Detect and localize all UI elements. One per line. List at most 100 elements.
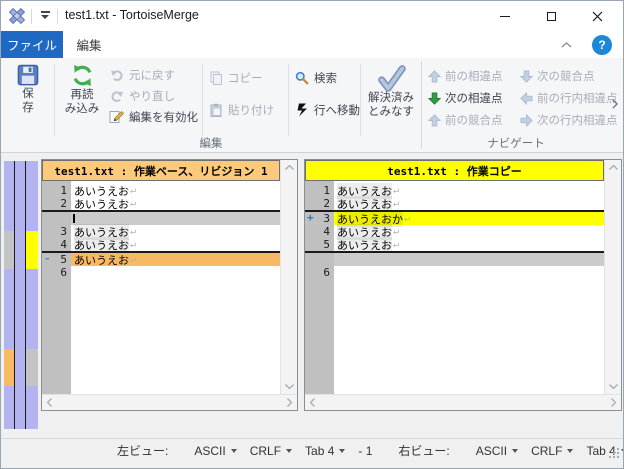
- prev-inline-diff-label: 前の行内相違点: [537, 93, 618, 105]
- next-inline-diff-button[interactable]: 次の行内相違点: [520, 110, 618, 130]
- chevron-down-icon: [286, 448, 293, 453]
- right-horizontal-scrollbar[interactable]: [305, 394, 621, 410]
- scroll-up-arrow-icon[interactable]: [281, 160, 297, 175]
- locator-middle-column[interactable]: [15, 161, 25, 429]
- enable-edit-button[interactable]: 編集を有効化: [109, 106, 198, 127]
- search-button[interactable]: 検索: [294, 67, 337, 88]
- crlf-return-icon: ↵: [393, 198, 400, 209]
- app-icon[interactable]: [8, 7, 26, 25]
- tab-edit[interactable]: 編集: [63, 31, 115, 58]
- right-pane-content[interactable]: 1 あいうえお ↵ 2 あいうえお ↵ +3 あいうえおか ↵ 4 あいうえお ↵ 5: [305, 181, 604, 394]
- line-text: あいうえお: [74, 236, 129, 253]
- locator-right-column[interactable]: [26, 161, 38, 429]
- help-button[interactable]: ?: [592, 35, 612, 55]
- clipboard-icon: [208, 102, 223, 117]
- mark-resolved-button[interactable]: 解決済み とみなす: [363, 61, 419, 137]
- removed-diff-line[interactable]: -5 あいうえお ↵: [42, 252, 280, 267]
- diff-locator-bar[interactable]: [4, 161, 38, 429]
- left-vertical-scrollbar[interactable]: [280, 160, 297, 394]
- lightning-icon: [294, 102, 309, 117]
- left-pane-header: test1.txt : 作業ベース、リビジョン 1: [42, 160, 280, 181]
- crlf-return-icon: ↵: [393, 226, 400, 237]
- paste-button[interactable]: 貼り付け: [208, 99, 274, 120]
- collapse-ribbon-button[interactable]: [557, 37, 575, 53]
- right-diff-pane: test1.txt : 作業コピー 1 あいうえお ↵ 2 あいうえお ↵ + …: [304, 159, 622, 411]
- line-text: あいうえお: [337, 195, 392, 212]
- scroll-right-arrow-icon[interactable]: [611, 398, 616, 407]
- next-inline-diff-label: 次の行内相違点: [537, 115, 618, 127]
- right-view-label: 右ビュー:: [398, 444, 450, 458]
- diff-line[interactable]: 6: [305, 266, 604, 279]
- tab-file[interactable]: ファイル: [1, 31, 63, 58]
- prev-diff-button[interactable]: 前の相違点: [428, 66, 503, 86]
- scroll-down-arrow-icon[interactable]: [605, 379, 621, 394]
- save-label: 保: [22, 88, 34, 100]
- locator-left-column[interactable]: [4, 161, 14, 429]
- diff-line[interactable]: 2 あいうえお ↵: [305, 195, 604, 212]
- left-pane-content[interactable]: 1 あいうえお ↵ 2 あいうえお ↵ 3 あいうえお ↵ 4 あいうえお ↵ …: [42, 181, 280, 394]
- refresh-arrows-icon: [73, 65, 91, 86]
- prev-inline-diff-button[interactable]: 前の行内相違点: [520, 88, 618, 108]
- ribbon-tab-row: ファイル 編集: [1, 31, 623, 58]
- window-title: test1.txt - TortoiseMerge: [65, 8, 199, 22]
- next-conflict-button[interactable]: 次の競合点: [520, 66, 595, 86]
- resize-grip[interactable]: [607, 446, 619, 458]
- prev-conflict-button[interactable]: 前の競合点: [428, 110, 503, 130]
- next-diff-button[interactable]: 次の相違点: [428, 88, 503, 108]
- scroll-right-arrow-icon[interactable]: [287, 398, 292, 407]
- ribbon-overflow-button[interactable]: [612, 96, 622, 112]
- text-caret: [73, 214, 75, 223]
- next-diff-label: 次の相違点: [445, 93, 503, 105]
- copy-button[interactable]: コピー: [208, 67, 263, 88]
- scroll-down-arrow-icon[interactable]: [281, 379, 297, 394]
- ribbon: 保 存 再読 み込み 元に戻す やり直し 編集を有効化 コピー 貼り付け 検索 …: [1, 58, 623, 153]
- undo-button[interactable]: 元に戻す: [109, 64, 175, 85]
- save-button[interactable]: 保 存: [5, 61, 51, 137]
- left-tab-dropdown[interactable]: Tab 4: [305, 444, 346, 458]
- reload-button[interactable]: 再読 み込み: [58, 61, 106, 137]
- left-eol-dropdown[interactable]: CRLF: [250, 444, 293, 458]
- right-encoding-dropdown[interactable]: ASCII: [476, 444, 519, 458]
- prev-conflict-label: 前の競合点: [445, 115, 503, 127]
- locator-missing-segment: [4, 231, 14, 269]
- scroll-left-arrow-icon[interactable]: [310, 398, 315, 407]
- prev-diff-label: 前の相違点: [445, 71, 503, 83]
- chevron-up-icon: [561, 42, 571, 48]
- crlf-return-icon: ↵: [130, 185, 137, 196]
- arrow-down-icon: [520, 69, 533, 83]
- diff-line[interactable]: 6: [42, 266, 280, 279]
- maximize-icon: [546, 11, 556, 21]
- line-number: 4: [323, 225, 330, 238]
- left-view-label: 左ビュー:: [117, 444, 169, 458]
- redo-arrow-icon: [109, 88, 124, 103]
- minimize-button[interactable]: [482, 1, 528, 31]
- line-number: -5: [44, 252, 67, 266]
- crlf-return-icon: ↵: [393, 239, 400, 250]
- scroll-up-arrow-icon[interactable]: [605, 160, 621, 175]
- goto-line-button[interactable]: 行へ移動: [294, 99, 360, 120]
- right-vertical-scrollbar[interactable]: [604, 160, 621, 394]
- close-icon: [592, 11, 602, 21]
- titlebar-separator: [57, 9, 58, 24]
- line-number: 6: [323, 266, 330, 279]
- left-horizontal-scrollbar[interactable]: [42, 394, 297, 410]
- copy-pages-icon: [208, 70, 223, 85]
- missing-line-block[interactable]: [305, 253, 604, 266]
- locator-added-segment: [26, 231, 38, 269]
- ribbon-separator: [360, 64, 361, 136]
- close-button[interactable]: [574, 1, 620, 31]
- left-encoding-dropdown[interactable]: ASCII: [194, 444, 237, 458]
- redo-button[interactable]: やり直し: [109, 85, 175, 106]
- quick-access-dropdown-icon[interactable]: [38, 10, 52, 22]
- minimize-icon: [500, 15, 510, 17]
- line-number: 6: [60, 266, 67, 279]
- redo-label: やり直し: [129, 90, 175, 103]
- line-number: 1: [323, 184, 330, 197]
- maximize-button[interactable]: [528, 1, 574, 31]
- diff-line[interactable]: 4 あいうえお ↵: [42, 236, 280, 253]
- diff-line[interactable]: 2 あいうえお ↵: [42, 197, 280, 211]
- crlf-return-icon: ↵: [130, 254, 137, 265]
- scroll-left-arrow-icon[interactable]: [47, 398, 52, 407]
- diff-line[interactable]: 5 あいうえお ↵: [305, 236, 604, 253]
- right-eol-dropdown[interactable]: CRLF: [531, 444, 574, 458]
